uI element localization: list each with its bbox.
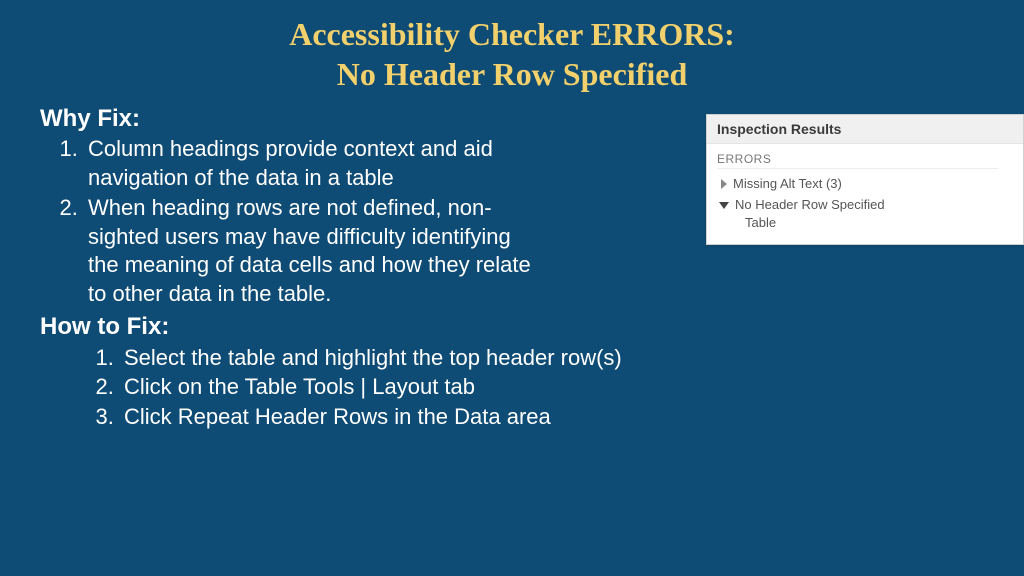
error-row-missing-alt-text[interactable]: Missing Alt Text (3)	[717, 173, 1013, 194]
list-item: When heading rows are not defined, non-s…	[84, 194, 540, 308]
panel-section-label: ERRORS	[717, 152, 998, 169]
panel-body: ERRORS Missing Alt Text (3) No Header Ro…	[707, 144, 1023, 244]
error-child-table[interactable]: Table	[717, 215, 1013, 230]
list-item: Select the table and highlight the top h…	[120, 343, 800, 373]
chevron-down-icon	[719, 202, 729, 209]
why-fix-heading: Why Fix:	[40, 105, 540, 133]
panel-title: Inspection Results	[707, 115, 1023, 144]
list-item: Column headings provide context and aid …	[84, 135, 540, 192]
how-to-fix-list: Select the table and highlight the top h…	[40, 343, 800, 432]
title-line-2: No Header Row Specified	[337, 56, 687, 92]
why-fix-list: Column headings provide context and aid …	[40, 135, 540, 309]
error-label: No Header Row Specified	[735, 197, 885, 212]
list-item: Click Repeat Header Rows in the Data are…	[120, 402, 800, 432]
title-line-1: Accessibility Checker ERRORS:	[289, 16, 735, 52]
chevron-right-icon	[721, 179, 727, 189]
inspection-results-panel: Inspection Results ERRORS Missing Alt Te…	[706, 114, 1024, 245]
slide-title: Accessibility Checker ERRORS: No Header …	[0, 0, 1024, 94]
how-to-fix-heading: How to Fix:	[40, 313, 800, 341]
list-item: Click on the Table Tools | Layout tab	[120, 372, 800, 402]
error-row-no-header-row[interactable]: No Header Row Specified	[717, 194, 1013, 215]
error-label: Missing Alt Text (3)	[733, 176, 842, 191]
